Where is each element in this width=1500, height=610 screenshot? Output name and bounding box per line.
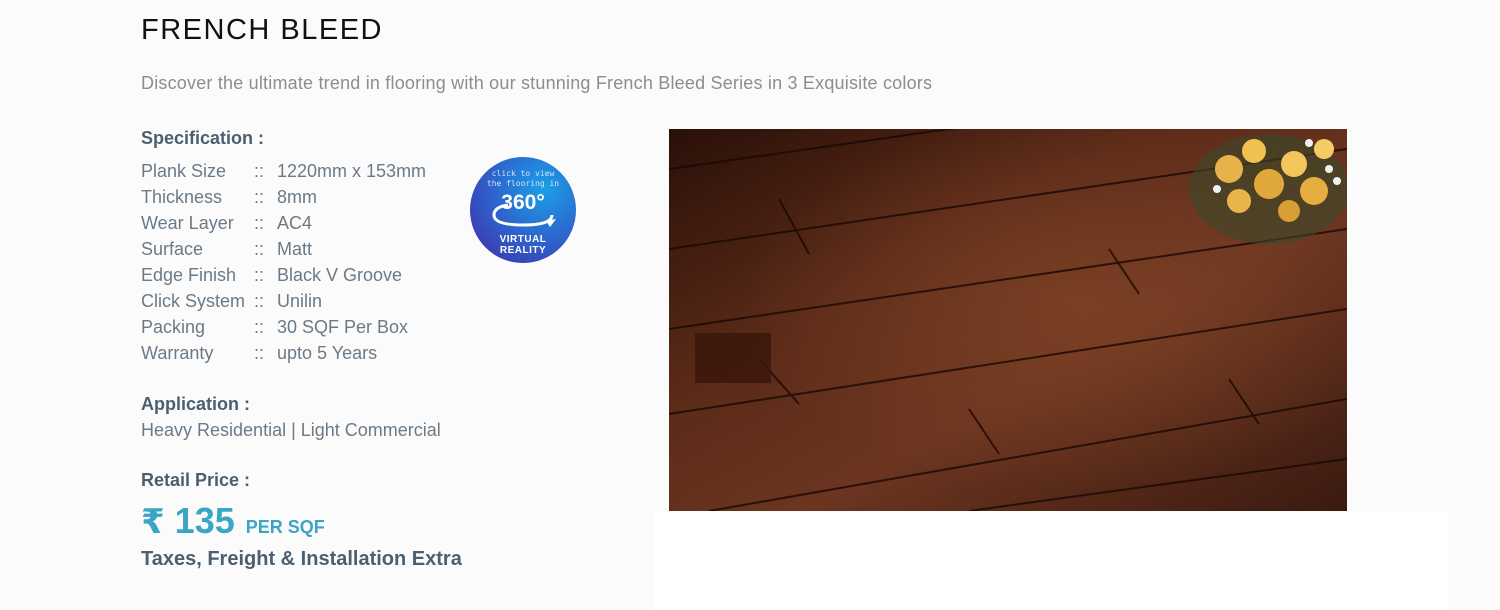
spec-value: 30 SQF Per Box xyxy=(277,317,409,337)
spec-value: Unilin xyxy=(277,291,323,311)
spec-row-warranty: Warranty :: upto 5 Years xyxy=(141,340,471,366)
spec-value: 1220mm x 153mm xyxy=(277,161,427,181)
spec-value: upto 5 Years xyxy=(277,343,378,363)
spec-value: AC4 xyxy=(277,213,313,233)
spec-separator: :: xyxy=(254,161,265,181)
price-row: ₹ 135 PER SQF xyxy=(141,500,325,542)
vr-label-line: REALITY xyxy=(499,245,547,256)
vr-caption-line: click to view xyxy=(491,169,555,178)
rotate-360-icon xyxy=(492,203,556,227)
specification-list: Plank Size :: 1220mm x 153mm Thickness :… xyxy=(141,158,471,366)
spec-separator: :: xyxy=(254,213,265,233)
spec-separator: :: xyxy=(254,343,265,363)
spec-key: Click System xyxy=(141,291,246,311)
floor-product-image xyxy=(669,129,1347,511)
spec-row-thickness: Thickness :: 8mm xyxy=(141,184,471,210)
spec-key: Wear Layer xyxy=(141,213,234,233)
spec-row-edge-finish: Edge Finish :: Black V Groove xyxy=(141,262,471,288)
vr-caption: click to view the flooring in xyxy=(470,169,576,189)
spec-value: Black V Groove xyxy=(277,265,403,285)
spec-row-plank-size: Plank Size :: 1220mm x 153mm xyxy=(141,158,471,184)
retail-price-heading: Retail Price : xyxy=(141,470,251,490)
application-text: Heavy Residential | Light Commercial xyxy=(141,420,441,440)
vr-label: VIRTUAL REALITY xyxy=(470,234,576,256)
spec-separator: :: xyxy=(254,317,265,337)
spec-key: Packing xyxy=(141,317,206,337)
spec-value: Matt xyxy=(277,239,313,259)
spec-separator: :: xyxy=(254,291,265,311)
spec-row-packing: Packing :: 30 SQF Per Box xyxy=(141,314,471,340)
price-amount: 135 xyxy=(174,500,235,541)
spec-separator: :: xyxy=(254,265,265,285)
price-note: Taxes, Freight & Installation Extra xyxy=(141,548,462,570)
currency-symbol: ₹ xyxy=(141,503,165,541)
spec-key: Surface xyxy=(141,239,204,259)
spec-key: Edge Finish xyxy=(141,265,237,285)
spec-row-click-system: Click System :: Unilin xyxy=(141,288,471,314)
spec-separator: :: xyxy=(254,187,265,207)
price-unit: PER SQF xyxy=(245,517,325,537)
vr-label-line: VIRTUAL xyxy=(499,234,547,245)
spec-key: Warranty xyxy=(141,343,214,363)
product-title: FRENCH BLEED xyxy=(141,14,383,46)
spec-value: 8mm xyxy=(277,187,317,207)
virtual-reality-button[interactable]: click to view the flooring in 360° VIRTU… xyxy=(470,157,576,263)
application-heading: Application : xyxy=(141,394,250,414)
vr-caption-line: the flooring in xyxy=(486,179,560,188)
specification-heading: Specification : xyxy=(141,128,265,148)
spec-row-wear-layer: Wear Layer :: AC4 xyxy=(141,210,471,236)
spec-row-surface: Surface :: Matt xyxy=(141,236,471,262)
spec-key: Thickness xyxy=(141,187,223,207)
flower-bouquet xyxy=(1189,134,1347,244)
product-subtitle: Discover the ultimate trend in flooring … xyxy=(141,73,933,93)
floor-illustration xyxy=(669,129,1347,511)
image-caption-panel xyxy=(654,512,1448,610)
spec-separator: :: xyxy=(254,239,265,259)
spec-key: Plank Size xyxy=(141,161,227,181)
